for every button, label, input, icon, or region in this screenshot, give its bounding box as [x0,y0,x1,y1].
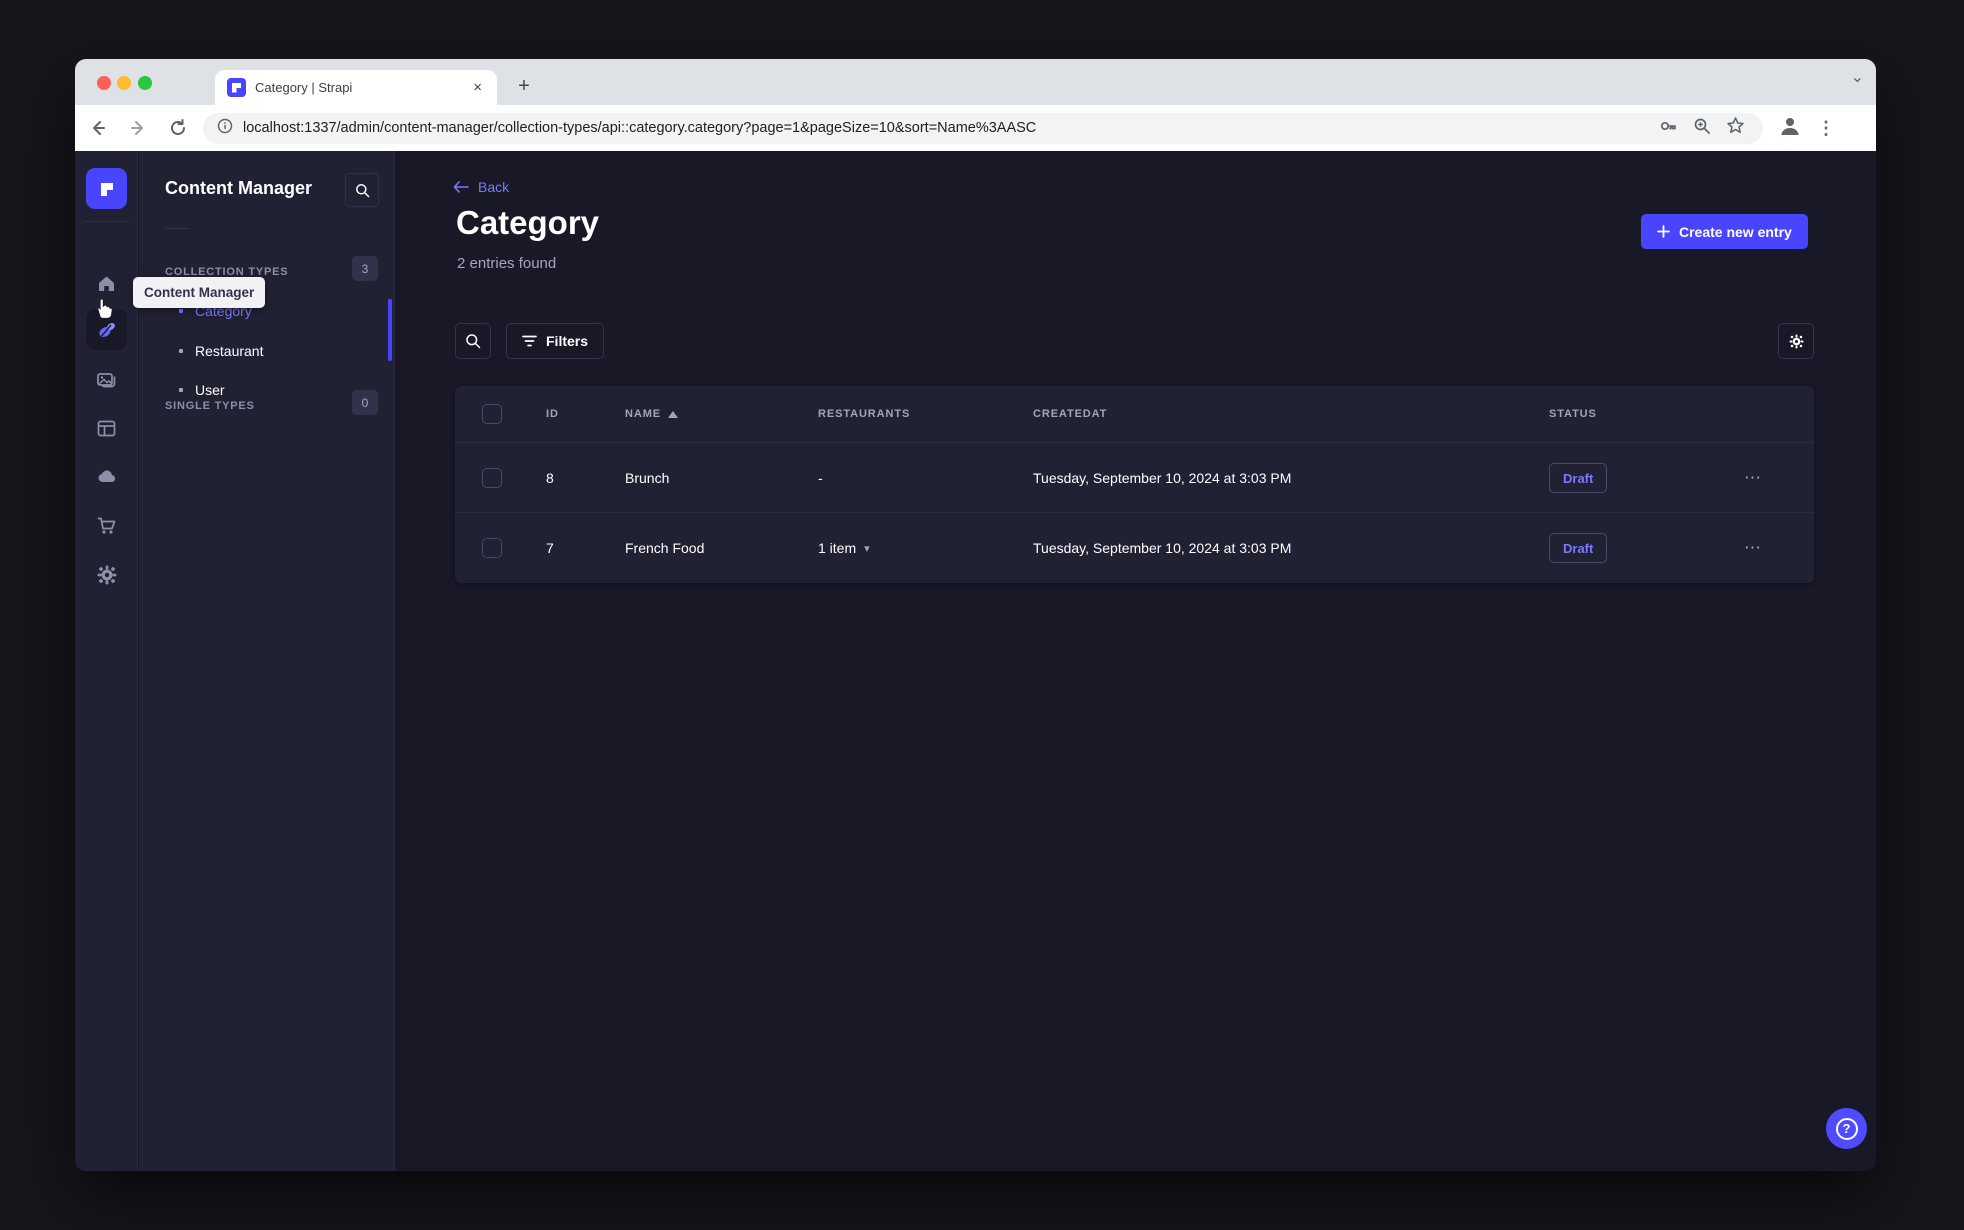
cell-createdat: Tuesday, September 10, 2024 at 3:03 PM [1033,470,1292,486]
bookmark-star-icon[interactable] [1726,116,1745,140]
sidebar-item-marketplace[interactable] [86,505,127,546]
new-tab-button[interactable]: + [509,71,539,101]
cell-restaurants[interactable]: 1 item ▾ [818,513,870,583]
sidebar-item-cloud[interactable] [86,456,127,497]
column-header-id[interactable]: ID [546,408,559,420]
search-icon [466,334,481,349]
bullet-icon [179,309,183,313]
strapi-app: KD Content Manager COLLECTION TYPES 3 Ca… [75,151,1876,1171]
cell-id: 7 [546,540,554,556]
url-text[interactable]: localhost:1337/admin/content-manager/col… [243,120,1648,136]
table-header-row: ID NAME RESTAURANTS CREATEDAT STATUS [455,386,1814,442]
profile-icon[interactable] [1777,113,1803,144]
sort-asc-icon [668,410,678,418]
browser-window: Category | Strapi × + ⌄ localhost:1337/a… [75,59,1876,1171]
strapi-favicon-icon [227,78,246,97]
search-button[interactable] [455,323,491,359]
subnav-item-label: User [195,382,225,398]
cell-restaurants: - [818,470,823,486]
back-icon[interactable] [81,111,115,145]
tab-overflow-chevron-icon[interactable]: ⌄ [1851,67,1864,87]
subnav-divider [165,228,189,229]
back-link[interactable]: Back [453,179,509,195]
row-checkbox[interactable] [482,468,502,488]
close-tab-icon[interactable]: × [470,79,485,96]
view-settings-button[interactable] [1778,323,1814,359]
tab-title: Category | Strapi [255,80,353,95]
subnav-scrollbar[interactable] [388,299,392,361]
cell-name: French Food [625,540,705,556]
row-actions-button[interactable]: ⋯ [1738,443,1768,513]
zoom-icon[interactable] [1693,117,1711,140]
subnav-item-restaurant[interactable]: Restaurant [139,333,394,369]
subnav-item-label: Restaurant [195,343,264,359]
cell-id: 8 [546,470,554,486]
cell-createdat: Tuesday, September 10, 2024 at 3:03 PM [1033,540,1292,556]
create-new-entry-label: Create new entry [1679,223,1792,240]
sidebar-item-content-type-builder[interactable] [86,408,127,449]
select-all-checkbox[interactable] [482,404,502,424]
subnav-search-button[interactable] [345,173,379,207]
entries-table: ID NAME RESTAURANTS CREATEDAT STATUS 8 B… [455,386,1814,583]
status-badge: Draft [1549,533,1608,563]
browser-tab-bar: Category | Strapi × + ⌄ [75,59,1876,105]
rail-divider [83,221,130,222]
browser-tab[interactable]: Category | Strapi × [215,70,497,105]
single-types-count-badge: 0 [352,390,378,415]
bullet-icon [179,349,183,353]
main-content: Back Category 2 entries found Create new… [396,151,1876,1171]
help-icon: ? [1835,1117,1858,1140]
cell-status: Draft [1549,443,1608,513]
browser-toolbar: localhost:1337/admin/content-manager/col… [75,105,1876,151]
table-row[interactable]: 7 French Food 1 item ▾ Tuesday, Septembe… [455,512,1814,582]
filter-icon [522,335,537,347]
back-arrow-icon [453,181,469,193]
create-new-entry-button[interactable]: Create new entry [1641,214,1808,249]
content-manager-tooltip: Content Manager [133,277,266,308]
entries-count: 2 entries found [457,255,557,272]
info-icon[interactable] [217,118,233,139]
column-header-status[interactable]: STATUS [1549,408,1597,420]
cell-status: Draft [1549,513,1608,583]
bullet-icon [179,388,183,392]
single-types-label: SINGLE TYPES [165,400,255,412]
strapi-logo-icon[interactable] [86,168,127,209]
row-checkbox[interactable] [482,538,502,558]
plus-icon [1657,225,1670,238]
column-header-restaurants[interactable]: RESTAURANTS [818,408,910,420]
sidebar-item-settings[interactable] [86,554,127,595]
collection-types-count-badge: 3 [352,256,378,281]
subnav-title: Content Manager [165,178,313,198]
close-window-button[interactable] [97,76,111,90]
table-row[interactable]: 8 Brunch - Tuesday, September 10, 2024 a… [455,442,1814,512]
gear-icon [1789,334,1803,348]
chevron-down-icon[interactable]: ▾ [864,542,870,555]
row-actions-button[interactable]: ⋯ [1738,513,1768,583]
minimize-window-button[interactable] [117,76,131,90]
status-badge: Draft [1549,463,1608,493]
page-title: Category [456,204,600,241]
reload-icon[interactable] [161,111,195,145]
back-label: Back [478,179,510,195]
url-bar[interactable]: localhost:1337/admin/content-manager/col… [203,112,1763,144]
menu-dots-icon[interactable]: ⋮ [1817,118,1835,139]
sidebar-item-media-library[interactable] [86,359,127,400]
filters-label: Filters [546,333,589,349]
column-header-name[interactable]: NAME [625,408,678,420]
zoom-window-button[interactable] [138,76,152,90]
help-button[interactable]: ? [1826,1108,1867,1149]
cell-name: Brunch [625,470,670,486]
cursor-pointer-icon [93,295,115,324]
filters-button[interactable]: Filters [506,323,605,359]
forward-icon[interactable] [121,111,155,145]
password-key-icon[interactable] [1658,116,1678,141]
column-header-createdat[interactable]: CREATEDAT [1033,408,1107,420]
